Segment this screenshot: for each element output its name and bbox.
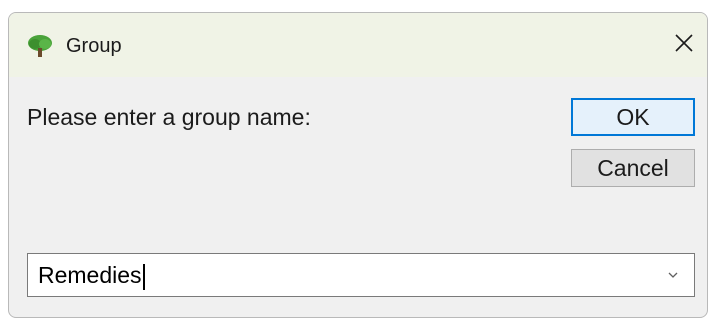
tree-icon: [27, 33, 53, 59]
chevron-down-icon: [668, 266, 678, 284]
close-button[interactable]: [667, 25, 701, 65]
title-bar[interactable]: Group: [9, 13, 707, 77]
group-name-combobox[interactable]: Remedies: [27, 253, 695, 297]
group-name-input[interactable]: Remedies: [38, 254, 145, 296]
ok-button[interactable]: OK: [571, 98, 695, 136]
window-title: Group: [66, 35, 122, 57]
group-dialog: Group Please enter a group name: OK Canc…: [8, 12, 708, 318]
close-icon: [675, 33, 693, 57]
dropdown-button[interactable]: [658, 254, 688, 296]
group-name-value: Remedies: [38, 262, 142, 288]
text-caret: [142, 263, 145, 290]
prompt-label: Please enter a group name:: [27, 104, 311, 130]
cancel-button[interactable]: Cancel: [571, 149, 695, 187]
